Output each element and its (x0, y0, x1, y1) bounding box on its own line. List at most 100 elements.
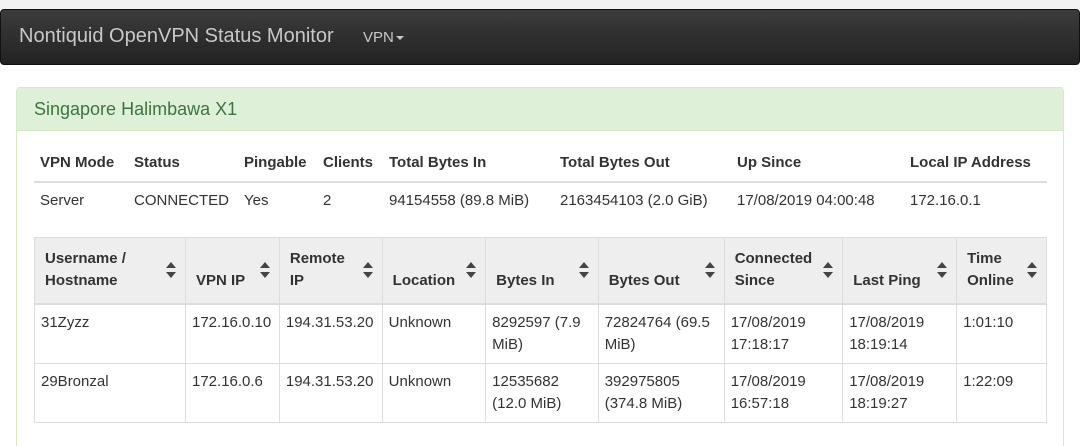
summary-header-total-bytes-in: Total Bytes In (383, 144, 554, 183)
column-header-label: Since (734, 272, 775, 290)
table-row: 29Bronzal 172.16.0.6 194.31.53.20 Unknown 12… (34, 362, 1047, 423)
summary-header-local-ip-address: Local IP Address (904, 144, 1047, 183)
cell-remote-ip: 194.31.53.20 (278, 303, 383, 364)
cell-bytes-out: 72824764 (69.5 MiB) (597, 303, 725, 364)
cell-text: MiB) (604, 335, 636, 353)
cell-text: (12.0 MiB) (492, 394, 562, 412)
sort-both-icon[interactable] (704, 262, 715, 279)
cell-text: 1:22:09 (963, 372, 1014, 390)
panel-title: Singapore Halimbawa X1 (17, 88, 1063, 131)
vpn-panel: Singapore Halimbawa X1 VPN Mode Status Pin… (16, 87, 1064, 446)
column-header-label: VPN IP (196, 271, 246, 289)
column-header-label: Connected (734, 250, 813, 268)
cell-text: 172.16.0.10 (192, 313, 272, 331)
column-header-vpn-ip[interactable]: VPN IP (185, 237, 280, 305)
cell-text: 16:57:18 (730, 394, 790, 412)
sort-both-icon[interactable] (466, 262, 477, 279)
summary-header-clients: Clients (317, 144, 383, 183)
cell-location: Unknown (381, 303, 487, 364)
table-row: 31Zyzz 172.16.0.10 194.31.53.20 Unknown 8292… (34, 303, 1047, 364)
sort-both-icon[interactable] (1027, 262, 1037, 279)
column-header-time-online[interactable]: Time Online (956, 237, 1047, 305)
caret-down-icon (395, 36, 404, 41)
summary-value-total-bytes-in: 94154558 (89.8 MiB) (389, 191, 530, 209)
cell-bytes-out: 392975805 (374.8 MiB) (597, 362, 725, 423)
cell-connected-since: 17/08/2019 17:18:17 (723, 303, 844, 364)
cell-last-ping: 17/08/2019 18:19:14 (842, 303, 958, 364)
summary-value-vpn-mode: Server (40, 191, 85, 209)
vpn-menu-label: VPN (363, 29, 394, 46)
cell-text: 194.31.53.20 (285, 372, 374, 390)
column-header-label: Time (967, 250, 1002, 268)
cell-location: Unknown (381, 362, 487, 423)
sort-both-icon[interactable] (578, 262, 589, 279)
cell-bytes-in: 8292597 (7.9 MiB) (485, 303, 599, 364)
cell-text: 392975805 (604, 372, 680, 390)
cell-text: 1:01:10 (963, 313, 1014, 331)
summary-table: VPN Mode Status Pingable Clients Total Bytes… (34, 144, 1047, 217)
column-header-label: Last Ping (853, 271, 921, 289)
cell-remote-ip: 194.31.53.20 (278, 362, 383, 423)
cell-text: 29Bronzal (41, 372, 109, 390)
cell-text: 18:19:27 (849, 394, 908, 412)
column-header-label: Online (967, 272, 1014, 290)
cell-text: (374.8 MiB) (604, 394, 683, 412)
cell-bytes-in: 12535682 (12.0 MiB) (485, 362, 599, 423)
navbar: Nontiquid OpenVPN Status Monitor VPN (0, 9, 1080, 65)
cell-text: Unknown (388, 313, 452, 331)
summary-value-pingable: Yes (244, 191, 269, 209)
summary-header-pingable: Pingable (238, 144, 317, 183)
cell-text: 12535682 (492, 372, 559, 390)
column-header-username-hostname[interactable]: Username / Hostname (34, 237, 186, 305)
sort-both-icon[interactable] (166, 262, 176, 279)
summary-value-local-ip-address: 172.16.0.1 (910, 191, 981, 209)
cell-connected-since: 17/08/2019 16:57:18 (723, 362, 844, 423)
column-header-last-ping[interactable]: Last Ping (842, 237, 958, 305)
column-header-bytes-in[interactable]: Bytes In (485, 237, 599, 305)
column-header-bytes-out[interactable]: Bytes Out (597, 237, 725, 305)
cell-time-online: 1:22:09 (956, 362, 1047, 423)
cell-text: 172.16.0.6 (192, 372, 263, 390)
cell-text: 8292597 (7.9 (492, 313, 581, 331)
cell-text: Unknown (388, 372, 452, 390)
column-header-label: Username / (45, 250, 126, 268)
cell-vpn-ip: 172.16.0.10 (185, 303, 280, 364)
summary-value-status: CONNECTED (134, 191, 230, 209)
cell-text: 17:18:17 (730, 335, 790, 353)
cell-text: 72824764 (69.5 (604, 313, 710, 331)
cell-text: 17/08/2019 (849, 313, 925, 331)
cell-text: 31Zyzz (41, 313, 90, 331)
column-header-label: Bytes In (496, 271, 555, 289)
summary-header-total-bytes-out: Total Bytes Out (554, 144, 731, 183)
summary-header-up-since: Up Since (731, 144, 904, 183)
summary-value-clients: 2 (323, 191, 332, 209)
sort-both-icon[interactable] (937, 262, 948, 279)
column-header-label: Hostname (45, 272, 118, 290)
cell-text: 17/08/2019 (730, 372, 806, 390)
cell-username-hostname: 31Zyzz (34, 303, 186, 364)
column-header-label: IP (289, 272, 305, 290)
cell-text: 194.31.53.20 (285, 313, 374, 331)
cell-text: MiB) (492, 335, 523, 353)
cell-vpn-ip: 172.16.0.6 (185, 362, 280, 423)
app-title[interactable]: Nontiquid OpenVPN Status Monitor (19, 25, 334, 48)
summary-header-vpn-mode: VPN Mode (34, 144, 128, 183)
cell-time-online: 1:01:10 (956, 303, 1047, 364)
summary-value-total-bytes-out: 2163454103 (2.0 GiB) (560, 191, 708, 209)
column-header-connected-since[interactable]: Connected Since (723, 237, 844, 305)
column-header-remote-ip[interactable]: Remote IP (278, 237, 383, 305)
sort-both-icon[interactable] (259, 262, 270, 279)
summary-header-status: Status (128, 144, 238, 183)
vpn-menu[interactable]: VPN (363, 29, 404, 46)
cell-last-ping: 17/08/2019 18:19:27 (842, 362, 958, 423)
clients-table: Username / Hostname VPN IP Remote IP Location… (34, 237, 1047, 423)
summary-value-up-since: 17/08/2019 04:00:48 (737, 191, 875, 209)
column-header-location[interactable]: Location (381, 237, 487, 305)
column-header-label: Bytes Out (608, 271, 680, 289)
cell-text: 18:19:14 (849, 335, 908, 353)
cell-username-hostname: 29Bronzal (34, 362, 186, 423)
column-header-label: Remote (289, 250, 345, 268)
sort-both-icon[interactable] (823, 262, 834, 279)
sort-both-icon[interactable] (362, 262, 373, 279)
cell-text: 17/08/2019 (730, 313, 806, 331)
